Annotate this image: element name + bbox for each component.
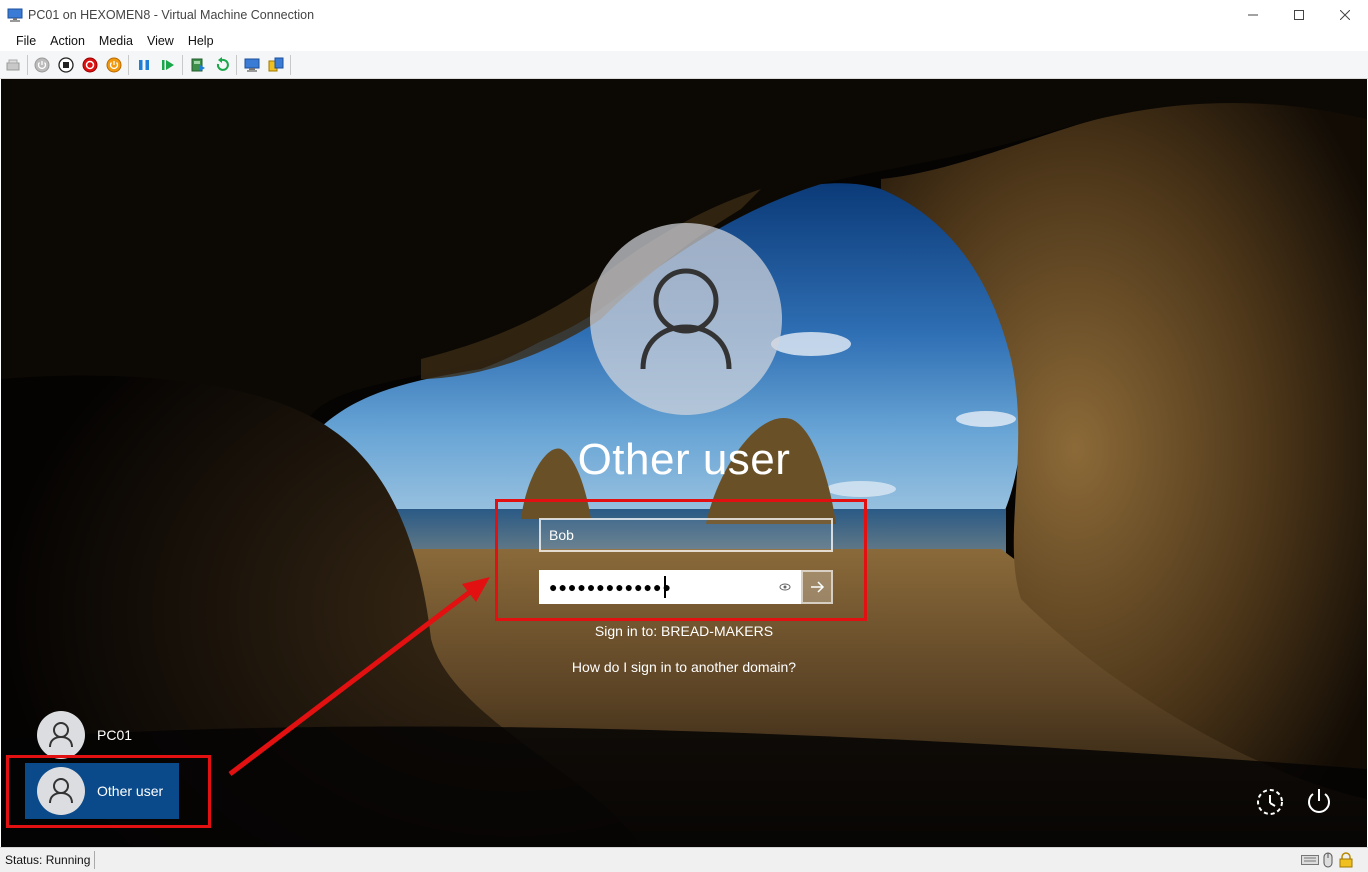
enhanced-session-icon[interactable] [244,57,260,73]
user-icon [49,722,73,748]
maximize-icon [1294,10,1304,20]
accessibility-icon [1257,789,1283,815]
keyboard-icon [1301,853,1319,867]
toolbar-separator [182,55,183,75]
title-bar: PC01 on HEXOMEN8 - Virtual Machine Conne… [0,0,1368,30]
save-icon[interactable] [106,57,122,73]
user-switch-label: PC01 [97,727,133,743]
pause-icon[interactable] [136,57,152,73]
share-icon[interactable] [268,57,284,73]
power-icon [1308,789,1330,813]
domain-help-link[interactable]: How do I sign in to another domain? [1,659,1367,675]
maximize-button[interactable] [1276,0,1322,30]
window-title: PC01 on HEXOMEN8 - Virtual Machine Conne… [28,8,315,22]
close-button[interactable] [1322,0,1368,30]
resume-icon[interactable] [160,57,176,73]
menu-media[interactable]: Media [92,34,140,48]
checkpoint-icon[interactable] [190,57,206,73]
vm-connection-icon [7,7,23,23]
vm-screen[interactable]: Other user Bob ●●●●●●●●●●●●● Sign in to:… [1,79,1367,847]
mouse-icon [1323,852,1333,868]
ctrl-alt-del-icon[interactable] [5,57,21,73]
menu-view[interactable]: View [140,34,181,48]
status-bar: Status: Running [0,847,1368,872]
power-button[interactable] [1304,786,1334,816]
status-text: Status: Running [5,853,91,867]
sign-in-domain-label: Sign in to: BREAD-MAKERS [594,623,774,639]
user-icon [640,268,732,370]
start-icon[interactable] [34,57,50,73]
menu-bar: File Action Media View Help [0,30,1368,51]
menu-help[interactable]: Help [181,34,221,48]
avatar [37,711,85,759]
toolbar-separator [128,55,129,75]
toolbar-separator [27,55,28,75]
close-icon [1340,10,1350,20]
menu-action[interactable]: Action [43,34,92,48]
minimize-icon [1248,14,1258,16]
shutdown-icon[interactable] [82,57,98,73]
turn-off-icon[interactable] [58,57,74,73]
annotation-highlight-user-switch [6,755,211,828]
revert-icon[interactable] [214,57,230,73]
toolbar [0,51,1368,79]
toolbar-separator [236,55,237,75]
toolbar-separator [290,55,291,75]
minimize-button[interactable] [1230,0,1276,30]
lock-icon [1339,852,1353,868]
login-display-name: Other user [577,435,791,484]
accessibility-button[interactable] [1255,787,1285,817]
status-separator [94,851,95,869]
user-avatar-large [590,223,782,415]
menu-file[interactable]: File [9,34,43,48]
annotation-highlight-credentials [495,499,867,621]
